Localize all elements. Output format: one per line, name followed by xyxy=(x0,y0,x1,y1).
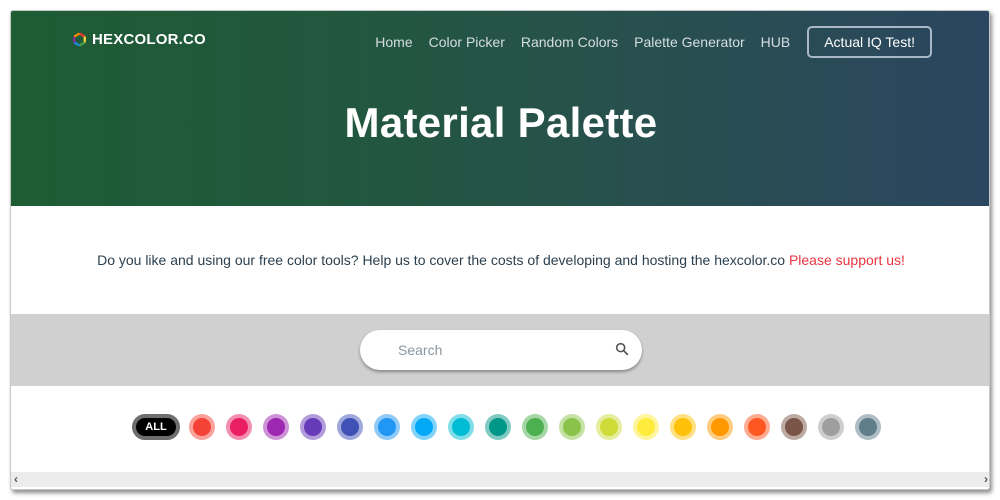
scroll-right-icon[interactable]: › xyxy=(984,472,988,487)
filter-swatch-purple[interactable] xyxy=(263,414,289,440)
filter-swatch-blue-grey[interactable] xyxy=(855,414,881,440)
swatch-dot xyxy=(415,418,433,436)
swatch-dot xyxy=(267,418,285,436)
swatch-dot xyxy=(859,418,877,436)
nav-home[interactable]: Home xyxy=(375,34,412,50)
filter-swatch-light-green[interactable] xyxy=(559,414,585,440)
swatch-dot xyxy=(304,418,322,436)
swatch-dot xyxy=(526,418,544,436)
browser-viewport: HEXCOLOR.CO Home Color Picker Random Col… xyxy=(10,10,990,490)
swatch-dot xyxy=(674,418,692,436)
filter-swatch-amber[interactable] xyxy=(670,414,696,440)
hero-header: HEXCOLOR.CO Home Color Picker Random Col… xyxy=(11,11,989,206)
filter-swatch-cyan[interactable] xyxy=(448,414,474,440)
swatch-dot xyxy=(230,418,248,436)
search-band xyxy=(11,314,989,386)
page-title: Material Palette xyxy=(344,99,658,146)
hexagon-logo-icon xyxy=(73,32,86,47)
filter-swatch-blue[interactable] xyxy=(374,414,400,440)
filter-swatch-teal[interactable] xyxy=(485,414,511,440)
swatch-dot xyxy=(822,418,840,436)
swatch-dot xyxy=(193,418,211,436)
swatch-dot xyxy=(563,418,581,436)
nav-random-colors[interactable]: Random Colors xyxy=(521,34,618,50)
search-box xyxy=(360,330,642,370)
swatch-dot xyxy=(600,418,618,436)
search-icon[interactable] xyxy=(614,341,630,357)
main-nav: Home Color Picker Random Colors Palette … xyxy=(375,26,932,58)
support-link[interactable]: Please support us! xyxy=(789,252,905,268)
nav-color-picker[interactable]: Color Picker xyxy=(429,34,505,50)
swatch-dot xyxy=(711,418,729,436)
filter-swatch-pink[interactable] xyxy=(226,414,252,440)
scroll-left-icon[interactable]: ‹ xyxy=(14,472,18,487)
filter-all-button[interactable]: ALL xyxy=(132,414,180,440)
filter-swatch-brown[interactable] xyxy=(781,414,807,440)
logo[interactable]: HEXCOLOR.CO xyxy=(72,31,206,48)
color-filter-bar: ALL xyxy=(132,414,892,440)
horizontal-scrollbar[interactable]: ‹ › xyxy=(11,472,989,487)
filter-swatch-green[interactable] xyxy=(522,414,548,440)
swatch-dot xyxy=(378,418,396,436)
support-message: Do you like and using our free color too… xyxy=(11,252,989,268)
swatch-dot xyxy=(341,418,359,436)
filter-swatch-yellow[interactable] xyxy=(633,414,659,440)
logo-text: HEXCOLOR.CO xyxy=(92,31,206,48)
nav-hub[interactable]: HUB xyxy=(761,34,791,50)
swatch-dot xyxy=(785,418,803,436)
filter-swatch-lime[interactable] xyxy=(596,414,622,440)
swatch-dot xyxy=(748,418,766,436)
filter-swatch-grey[interactable] xyxy=(818,414,844,440)
filter-swatch-deep-orange[interactable] xyxy=(744,414,770,440)
nav-palette-generator[interactable]: Palette Generator xyxy=(634,34,745,50)
support-text: Do you like and using our free color too… xyxy=(97,252,786,268)
filter-swatch-red[interactable] xyxy=(189,414,215,440)
search-input[interactable] xyxy=(398,342,598,358)
filter-swatch-light-blue[interactable] xyxy=(411,414,437,440)
filter-swatch-deep-purple[interactable] xyxy=(300,414,326,440)
filter-swatch-indigo[interactable] xyxy=(337,414,363,440)
filter-swatch-orange[interactable] xyxy=(707,414,733,440)
swatch-dot xyxy=(637,418,655,436)
swatch-dot xyxy=(452,418,470,436)
iq-test-button[interactable]: Actual IQ Test! xyxy=(807,26,932,58)
swatch-dot xyxy=(489,418,507,436)
